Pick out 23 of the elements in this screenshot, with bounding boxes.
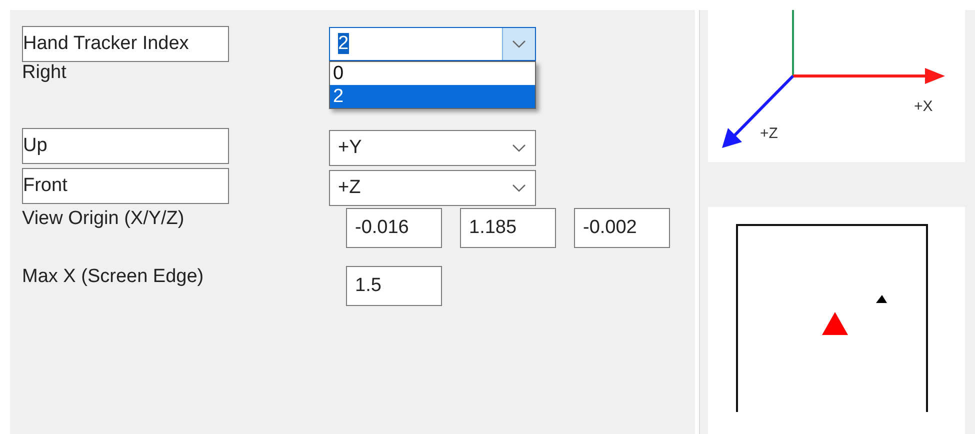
number-field[interactable]: 1.185 (460, 208, 556, 248)
axis-label: +X (914, 98, 933, 115)
y-axis-line (792, 10, 794, 76)
head-marker-icon (876, 295, 887, 303)
chevron-down-icon (512, 144, 526, 152)
setting-label: Up (23, 135, 48, 157)
hand-marker-icon (822, 312, 848, 335)
setting-label: View Origin (X/Y/Z) (22, 208, 186, 230)
number-field[interactable]: -0.016 (346, 208, 442, 248)
axis-label: +Z (760, 125, 778, 142)
dropdown-option[interactable]: 2 (330, 85, 535, 108)
dropdown[interactable]: 2 (329, 27, 536, 61)
setting-label: Front (23, 175, 68, 197)
chevron-down-icon (512, 40, 526, 48)
dropdown[interactable]: +Z (329, 170, 536, 206)
chevron-down-icon (512, 184, 526, 192)
number-field[interactable]: -0.002 (574, 208, 670, 248)
setting-label: Hand Tracker Index (23, 33, 190, 55)
setting-label: Max X (Screen Edge) (22, 266, 205, 288)
dropdown-option[interactable]: 0 (330, 62, 535, 85)
dropdown[interactable]: +Y (329, 130, 536, 166)
setting-label: Right (22, 62, 68, 84)
number-field[interactable]: 1.5 (346, 266, 442, 306)
